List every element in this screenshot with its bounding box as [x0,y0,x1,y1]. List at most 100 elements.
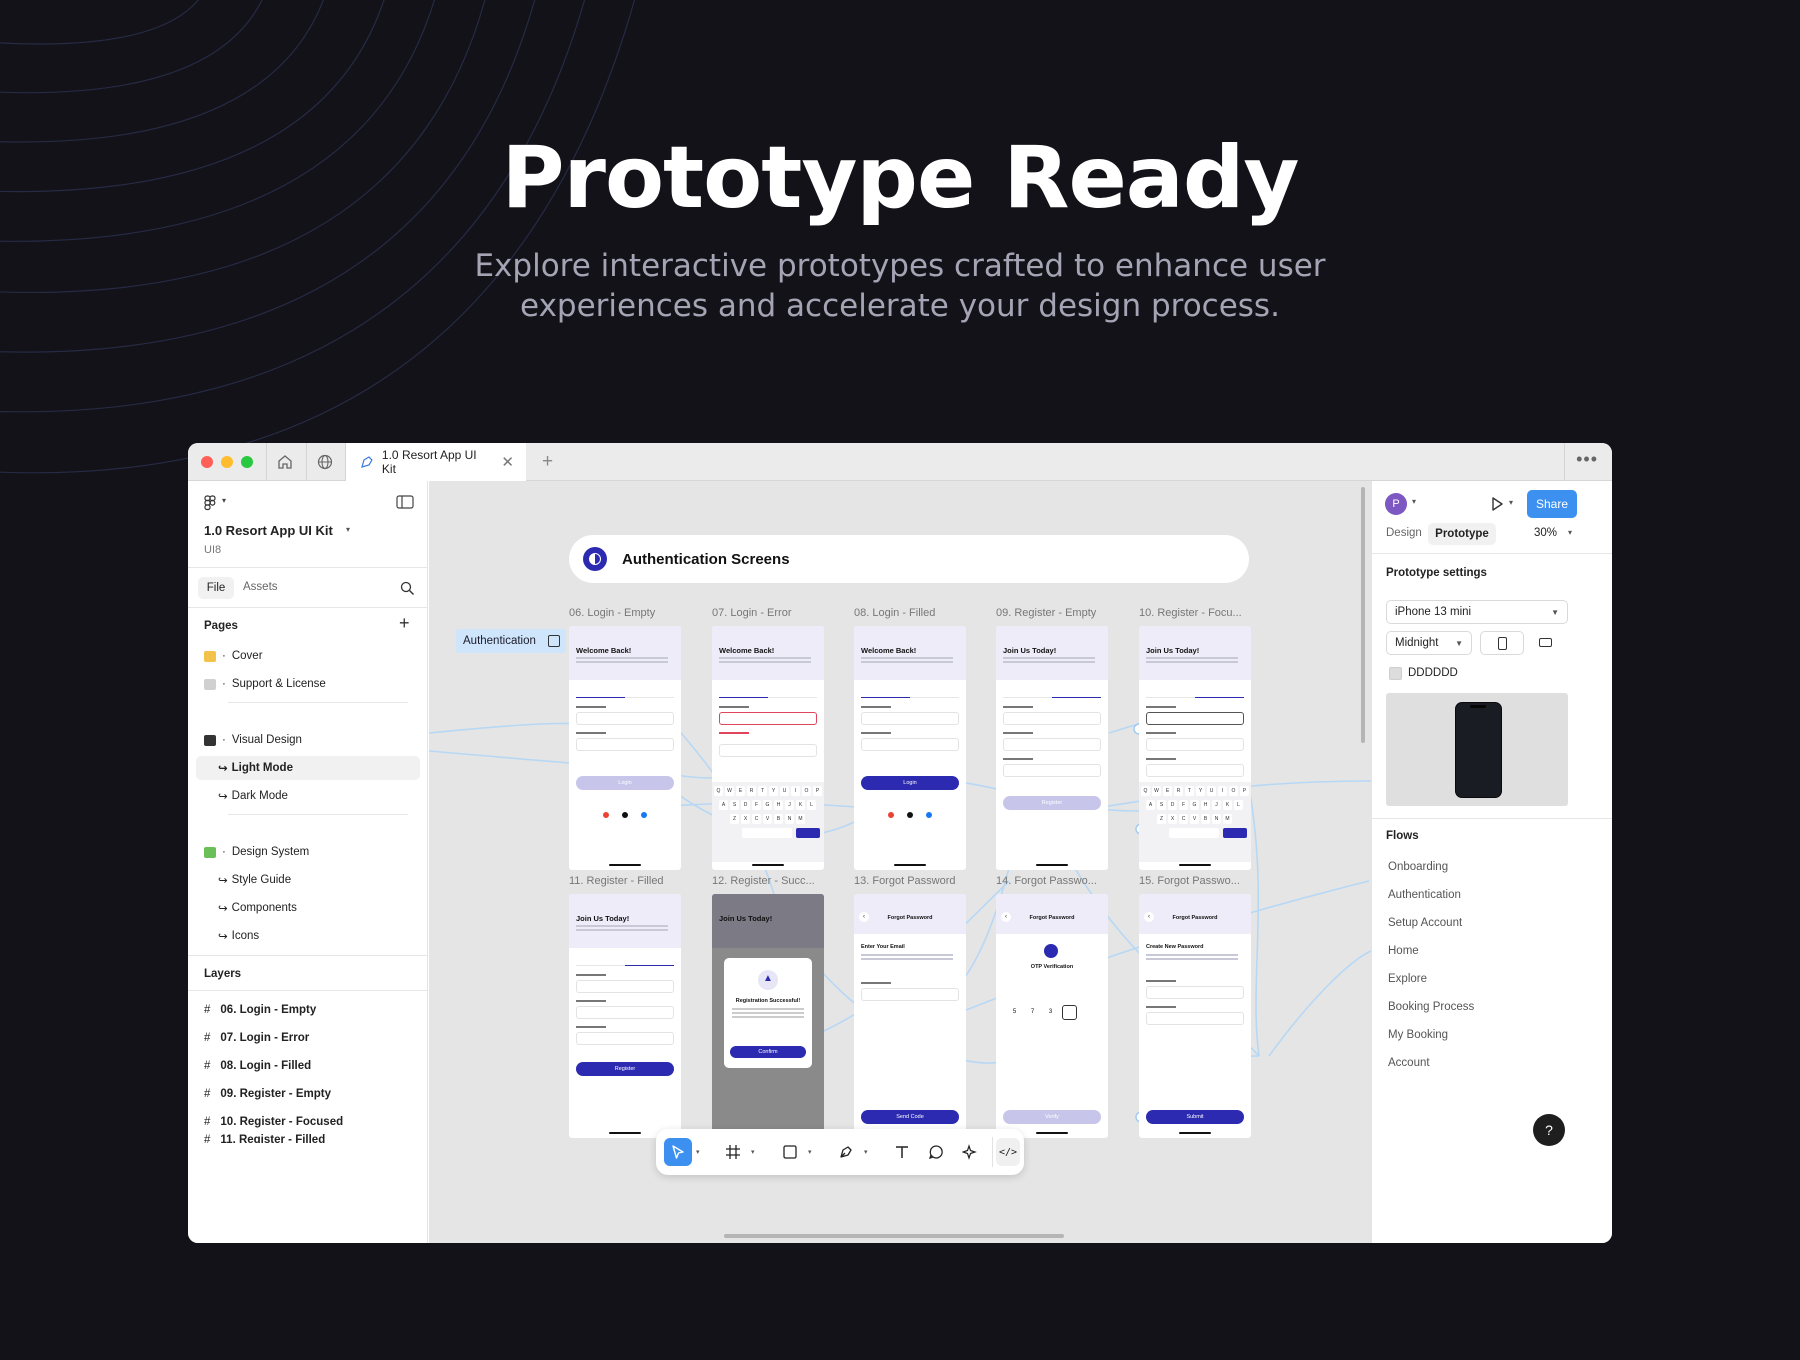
tab-assets[interactable]: Assets [243,581,278,593]
flow-item[interactable]: Onboarding [1388,861,1448,873]
chevron-down-icon[interactable]: ▾ [1568,528,1572,537]
chevron-down-icon[interactable]: ▾ [1412,497,1416,506]
frame-label[interactable]: 06. Login - Empty [569,607,655,619]
layer-item[interactable]: #06. Login - Empty [196,998,420,1022]
flow-item[interactable]: Home [1388,945,1419,957]
layer-item[interactable]: #10. Register - Focused [196,1110,420,1134]
chevron-down-icon[interactable]: ▾ [864,1148,868,1156]
layer-item[interactable]: #09. Register - Empty [196,1082,420,1106]
screen-login-error[interactable]: Welcome Back! QWERTYUIOP ASDFGHJKL ZXCVB… [712,626,824,870]
window-tab-bar: 1.0 Resort App UI Kit ✕ + ••• [188,443,1612,481]
screen-register-success[interactable]: Join Us Today! ▲ Registration Successful… [712,894,824,1138]
zoom-level[interactable]: 30% [1534,527,1557,539]
frame-label[interactable]: 12. Register - Succ... [712,875,815,887]
actions-tool-button[interactable] [956,1138,984,1166]
screen-forgot-password-otp[interactable]: ‹ Forgot Password OTP Verification 5 7 3… [996,894,1108,1138]
figma-menu-icon[interactable] [204,495,218,511]
flow-item[interactable]: Authentication [1388,889,1461,901]
chevron-down-icon[interactable]: ▾ [346,525,350,534]
page-item-light-mode[interactable]: ↪ Light Mode [196,756,420,780]
page-item-cover[interactable]: · Cover [196,644,420,668]
chevron-down-icon[interactable]: ▾ [808,1148,812,1156]
layer-item[interactable]: #08. Login - Filled [196,1054,420,1078]
frame-label[interactable]: 08. Login - Filled [854,607,935,619]
tab-prototype[interactable]: Prototype [1428,523,1496,545]
landscape-orientation-button[interactable] [1524,631,1568,655]
screen-forgot-password-email[interactable]: ‹ Forgot Password Enter Your Email Send … [854,894,966,1138]
page-item-dark-mode[interactable]: ↪ Dark Mode [196,784,420,808]
page-item-design-system[interactable]: · Design System [196,840,420,864]
tab-file[interactable]: File [198,577,234,599]
section-header[interactable]: Authentication Screens [569,535,1249,583]
file-name[interactable]: 1.0 Resort App UI Kit [204,523,333,538]
comment-tool-button[interactable] [922,1138,950,1166]
page-item-components[interactable]: ↪ Components [196,896,420,920]
device-select[interactable]: iPhone 13 mini ▼ [1386,600,1568,624]
globe-icon[interactable] [316,453,334,471]
new-tab-button[interactable]: + [542,451,553,473]
user-avatar[interactable]: P [1385,493,1407,515]
model-color-select[interactable]: Midnight ▼ [1386,631,1472,655]
page-item-icons[interactable]: ↪ Icons [196,924,420,948]
flow-starting-point-label[interactable]: Authentication [456,629,566,653]
home-icon[interactable] [276,453,294,471]
text-tool-button[interactable] [888,1138,916,1166]
page-item-support[interactable]: · Support & License [196,672,420,696]
background-color-value[interactable]: DDDDDD [1408,667,1458,679]
frame-label[interactable]: 09. Register - Empty [996,607,1096,619]
pen-tool-button[interactable] [832,1138,860,1166]
add-page-button[interactable]: + [399,613,410,634]
frame-label[interactable]: 07. Login - Error [712,607,791,619]
chevron-down-icon[interactable]: ▾ [222,496,226,505]
maximize-window-button[interactable] [241,456,253,468]
design-canvas[interactable]: Authentication Screens Authentication 06… [429,481,1371,1243]
flow-item[interactable]: Booking Process [1388,1001,1474,1013]
sidebar-toggle-icon[interactable] [396,495,414,509]
background-color-swatch[interactable] [1389,667,1402,680]
move-tool-button[interactable] [664,1138,692,1166]
page-item-visual-design[interactable]: · Visual Design [196,728,420,752]
flow-item[interactable]: Setup Account [1388,917,1462,929]
close-tab-icon[interactable]: ✕ [501,453,514,471]
tab-design[interactable]: Design [1386,527,1422,539]
screen-login-empty[interactable]: Welcome Back! Login [569,626,681,870]
laptop-icon [204,734,216,746]
waving-hand-icon [204,650,216,662]
screen-forgot-password-new[interactable]: ‹ Forgot Password Create New Password Su… [1139,894,1251,1138]
file-tab-title: 1.0 Resort App UI Kit [381,448,477,476]
portrait-orientation-button[interactable] [1480,631,1524,655]
screen-register-empty[interactable]: Join Us Today! Register [996,626,1108,870]
shape-tool-button[interactable] [776,1138,804,1166]
flow-item[interactable]: My Booking [1388,1029,1448,1041]
frame-tool-button[interactable] [719,1138,747,1166]
flow-item[interactable]: Account [1388,1057,1430,1069]
chevron-down-icon[interactable]: ▾ [1509,498,1513,507]
frame-label[interactable]: 14. Forgot Passwo... [996,875,1097,887]
screen-register-filled[interactable]: Join Us Today! Register [569,894,681,1138]
chevron-down-icon[interactable]: ▾ [696,1148,700,1156]
search-icon[interactable] [400,581,415,596]
layer-item[interactable]: #11. Register - Filled [196,1133,420,1143]
frame-label[interactable]: 15. Forgot Passwo... [1139,875,1240,887]
screen-login-filled[interactable]: Welcome Back! Login [854,626,966,870]
file-tab[interactable]: 1.0 Resort App UI Kit ✕ [346,443,526,481]
share-button[interactable]: Share [1527,490,1577,518]
page-item-style-guide[interactable]: ↪ Style Guide [196,868,420,892]
play-icon[interactable] [1490,496,1504,512]
frame-icon [726,1145,740,1159]
close-window-button[interactable] [201,456,213,468]
vertical-scrollbar[interactable] [1361,487,1365,743]
layer-item[interactable]: #07. Login - Error [196,1026,420,1050]
frame-label[interactable]: 10. Register - Focu... [1139,607,1242,619]
chevron-down-icon[interactable]: ▾ [751,1148,755,1156]
frame-label[interactable]: 11. Register - Filled [569,875,664,887]
dev-mode-toggle[interactable]: </> [996,1138,1020,1166]
help-button[interactable]: ? [1533,1114,1565,1146]
frame-label[interactable]: 13. Forgot Password [854,875,956,887]
puzzle-icon [204,846,216,858]
more-horizontal-icon[interactable]: ••• [1576,449,1598,470]
minimize-window-button[interactable] [221,456,233,468]
screen-register-focused[interactable]: Join Us Today! QWERTYUIOP ASDFGHJKL ZXCV… [1139,626,1251,870]
flow-item[interactable]: Explore [1388,973,1427,985]
horizontal-scrollbar[interactable] [724,1234,1064,1238]
